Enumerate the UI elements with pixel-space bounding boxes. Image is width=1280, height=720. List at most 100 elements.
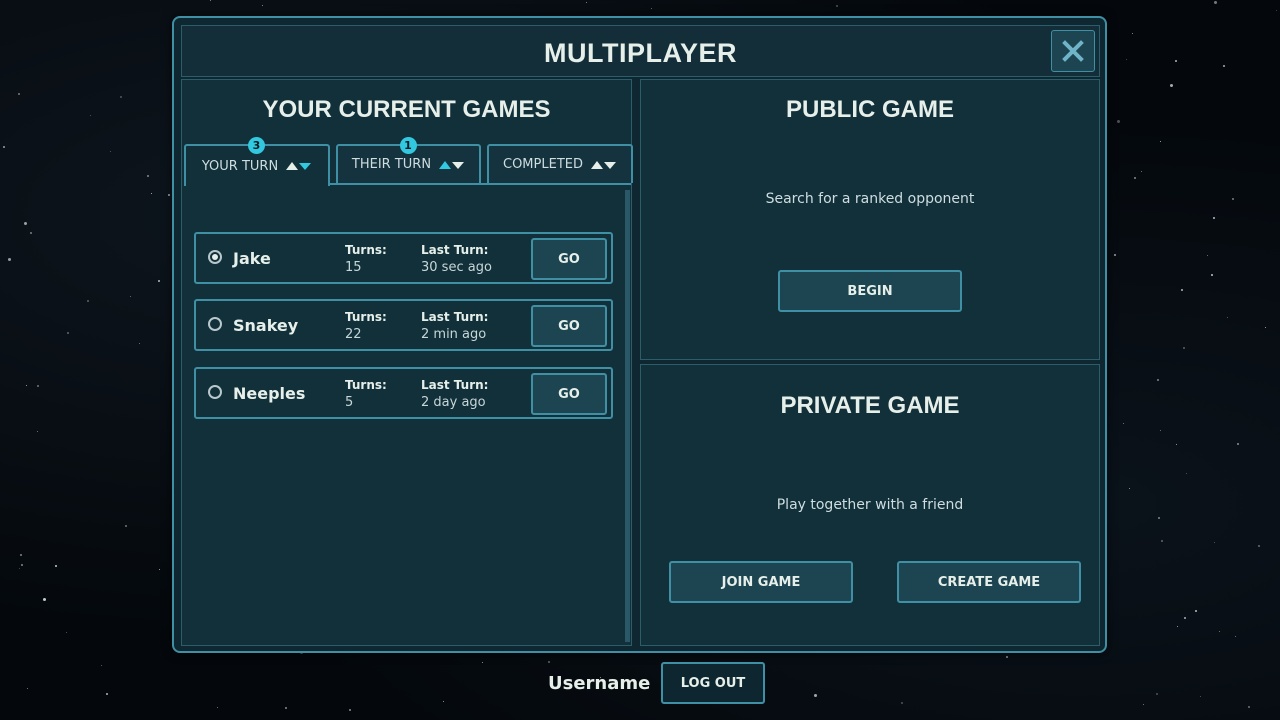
star <box>1200 696 1201 697</box>
star <box>1156 693 1158 695</box>
star <box>482 662 483 663</box>
dialog-title: MULTIPLAYER <box>543 38 737 68</box>
star <box>1114 254 1116 256</box>
turns-value: 5 <box>345 395 354 410</box>
player-name: Snakey <box>233 316 299 335</box>
multiplayer-dialog: MULTIPLAYER YOUR CURRENT GAMES 3 YOUR TU… <box>172 16 1107 653</box>
star <box>1160 430 1161 431</box>
public-game-description: Search for a ranked opponent <box>765 191 975 207</box>
star <box>1170 84 1173 87</box>
star <box>90 115 91 116</box>
tab-badge: 1 <box>399 137 417 154</box>
tab-their-turn[interactable]: 1 THEIR TURN <box>336 137 481 183</box>
star <box>37 431 38 432</box>
star <box>1176 444 1177 445</box>
last-turn-value: 2 day ago <box>421 395 486 410</box>
star <box>3 146 5 148</box>
star <box>24 222 27 225</box>
turns-value: 22 <box>345 327 362 342</box>
star <box>1160 141 1161 142</box>
turns-label: Turns: <box>345 310 387 324</box>
star <box>548 661 550 663</box>
tab-your-turn[interactable]: 3 YOUR TURN <box>184 137 330 186</box>
last-turn-label: Last Turn: <box>421 310 489 324</box>
game-select-radio[interactable] <box>208 250 222 264</box>
star <box>8 258 11 261</box>
tab-label: COMPLETED <box>503 157 583 172</box>
star <box>1195 610 1197 612</box>
star <box>217 707 218 708</box>
private-game-title: PRIVATE GAME <box>780 392 960 419</box>
current-games-title: YOUR CURRENT GAMES <box>262 96 551 123</box>
star <box>1265 327 1266 328</box>
star <box>210 0 211 1</box>
public-game-panel: PUBLIC GAME Search for a ranked opponent… <box>640 79 1100 360</box>
join-game-button[interactable]: JOIN GAME <box>669 561 853 603</box>
last-turn-label: Last Turn: <box>421 378 489 392</box>
star <box>55 565 57 567</box>
star <box>1184 617 1186 619</box>
star <box>168 194 170 196</box>
star <box>651 8 652 9</box>
turns-value: 15 <box>345 260 362 275</box>
go-button[interactable]: GO <box>531 373 607 415</box>
tab-label: THEIR TURN <box>351 157 432 172</box>
star <box>130 296 131 297</box>
star <box>158 280 160 282</box>
last-turn-value: 2 min ago <box>421 327 487 342</box>
star <box>1006 656 1008 658</box>
tab-label: YOUR TURN <box>201 158 279 174</box>
star <box>21 564 23 566</box>
star <box>30 232 32 234</box>
star <box>1235 636 1236 637</box>
tab-completed[interactable]: COMPLETED <box>487 144 633 183</box>
star <box>1181 289 1183 291</box>
sort-arrows-icon <box>439 160 465 169</box>
star <box>151 193 152 194</box>
go-button[interactable]: GO <box>531 305 607 347</box>
tab-badge: 3 <box>248 137 265 154</box>
game-row[interactable]: Snakey Turns: 22 Last Turn: 2 min ago GO <box>194 299 613 351</box>
create-game-button[interactable]: CREATE GAME <box>897 561 1081 603</box>
star <box>1161 540 1163 542</box>
star <box>1158 517 1160 519</box>
star <box>1276 10 1277 11</box>
turns-label: Turns: <box>345 378 387 392</box>
star <box>19 568 20 569</box>
game-row[interactable]: Neeples Turns: 5 Last Turn: 2 day ago GO <box>194 367 613 419</box>
star <box>1177 626 1178 627</box>
star <box>139 343 140 344</box>
close-button[interactable] <box>1051 30 1095 72</box>
private-game-description: Play together with a friend <box>776 497 964 513</box>
go-button[interactable]: GO <box>531 238 607 280</box>
star <box>1129 488 1130 489</box>
logout-button[interactable]: LOG OUT <box>661 662 765 704</box>
star <box>18 93 20 95</box>
star <box>349 709 351 711</box>
private-game-panel: PRIVATE GAME Play together with a friend… <box>640 364 1100 646</box>
last-turn-label: Last Turn: <box>421 243 489 257</box>
star <box>1117 120 1120 123</box>
username-label: Username <box>548 673 651 694</box>
star <box>1141 171 1142 172</box>
game-row[interactable]: Jake Turns: 15 Last Turn: 30 sec ago GO <box>194 232 613 284</box>
star <box>87 300 89 302</box>
star <box>101 665 102 666</box>
star <box>1157 379 1159 381</box>
star <box>586 2 587 3</box>
star <box>1214 1 1217 4</box>
tab-underline <box>330 183 631 185</box>
game-screen: MULTIPLAYER YOUR CURRENT GAMES 3 YOUR TU… <box>0 0 1280 720</box>
current-games-panel: YOUR CURRENT GAMES 3 YOUR TURN 1 THEIR T… <box>181 79 633 646</box>
games-scrollbar[interactable] <box>625 190 630 642</box>
star <box>1211 274 1213 276</box>
star <box>110 151 111 152</box>
star <box>66 632 67 633</box>
begin-button[interactable]: BEGIN <box>778 270 962 312</box>
game-select-radio[interactable] <box>208 385 222 399</box>
star <box>1123 423 1124 424</box>
game-select-radio[interactable] <box>208 317 222 331</box>
star <box>1207 255 1208 256</box>
star <box>1248 706 1250 708</box>
star <box>1183 347 1185 349</box>
